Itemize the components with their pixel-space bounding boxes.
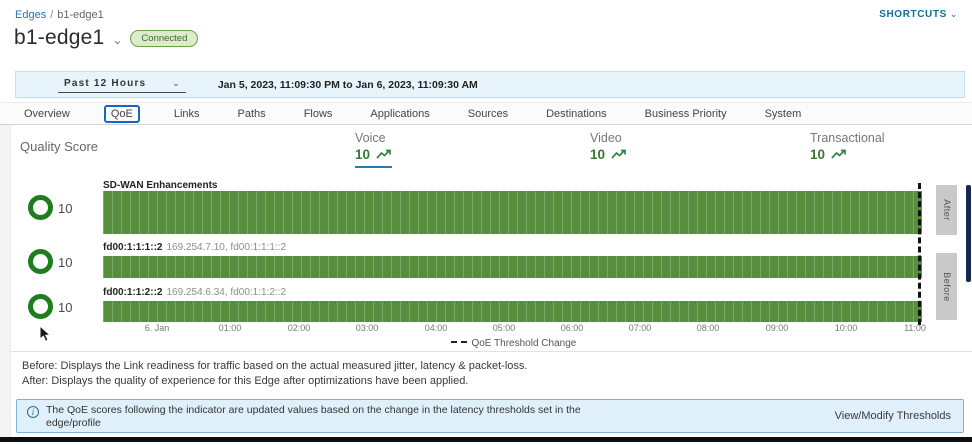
chart-legend: QoE Threshold Change: [103, 338, 922, 349]
info-icon: i: [27, 406, 39, 418]
chevron-down-icon: ⌄: [172, 78, 180, 89]
qoe-score-ring: [28, 195, 53, 220]
qoe-row-label-detail: 169.254.6.34, fd00:1:1:2::2: [166, 287, 286, 298]
x-tick: 08:00: [697, 323, 720, 333]
qoe-row-label-detail: 169.254.7.10, fd00:1:1:1::2: [166, 242, 286, 253]
tab-business-priority[interactable]: Business Priority: [641, 106, 731, 122]
qoe-bar-link1: [103, 256, 922, 278]
qoe-row-label-bold: SD-WAN Enhancements: [103, 180, 217, 191]
dashed-line-icon: [461, 341, 467, 343]
left-gutter: [0, 125, 11, 437]
dashed-line-icon: [451, 341, 457, 343]
time-range-select[interactable]: Past 12 Hours ⌄: [58, 76, 186, 93]
x-tick: 06:00: [561, 323, 584, 333]
x-tick: 10:00: [835, 323, 858, 333]
qoe-score-value: 10: [58, 255, 72, 270]
trend-up-icon: [611, 149, 627, 160]
window-bottom-strip: [0, 437, 972, 442]
qoe-row-label: fd00:1:1:2::2 169.254.6.34, fd00:1:1:2::2: [103, 287, 286, 298]
x-tick: 11:00: [904, 323, 926, 333]
metric-voice[interactable]: Voice 10: [355, 131, 392, 168]
chevron-down-icon: ⌄: [950, 9, 958, 19]
qoe-row-label: fd00:1:1:1::2 169.254.7.10, fd00:1:1:1::2: [103, 242, 286, 253]
qoe-row-label-bold: fd00:1:1:1::2: [103, 242, 162, 253]
shortcuts-label: SHORTCUTS: [879, 9, 947, 20]
mouse-cursor: [39, 325, 52, 343]
qoe-score-value: 10: [58, 300, 72, 315]
metric-transactional-value: 10: [810, 147, 825, 162]
metric-transactional[interactable]: Transactional 10: [810, 131, 885, 166]
x-tick: 01:00: [219, 323, 242, 333]
shortcuts-menu[interactable]: SHORTCUTS⌄: [879, 9, 958, 20]
metric-video[interactable]: Video 10: [590, 131, 627, 166]
qoe-score-value: 10: [58, 201, 72, 216]
qoe-threshold-change-line: [918, 183, 921, 325]
breadcrumb-current: b1-edge1: [57, 9, 104, 21]
tab-overview[interactable]: Overview: [20, 106, 74, 122]
after-side-label: After: [936, 185, 957, 235]
view-modify-thresholds-link[interactable]: View/Modify Thresholds: [835, 410, 951, 422]
tab-qoe[interactable]: QoE: [104, 105, 140, 123]
legend-label: QoE Threshold Change: [471, 338, 576, 349]
title-row: b1-edge1 ⌄ Connected: [14, 26, 198, 50]
banner-text-line2: edge/profile: [46, 417, 101, 429]
tab-sources[interactable]: Sources: [464, 106, 512, 122]
status-badge: Connected: [130, 30, 198, 47]
breadcrumb: Edges / b1-edge1: [15, 9, 104, 21]
metric-voice-value: 10: [355, 147, 370, 162]
x-tick: 03:00: [356, 323, 379, 333]
qoe-bar-sdwan-enhancements: [103, 191, 922, 234]
edge-selector-chevron-icon[interactable]: ⌄: [112, 33, 122, 47]
trend-up-icon: [831, 149, 847, 160]
tab-paths[interactable]: Paths: [234, 106, 270, 122]
x-tick: 02:00: [288, 323, 311, 333]
qoe-panel: Quality Score Voice 10 Video 10 Transact…: [0, 125, 972, 352]
breadcrumb-edges-link[interactable]: Edges: [15, 9, 46, 21]
after-description: After: Displays the quality of experienc…: [22, 374, 527, 389]
banner-text: The QoE scores following the indicator a…: [46, 404, 581, 430]
vertical-scrollbar-thumb[interactable]: [966, 185, 971, 282]
x-tick: 07:00: [629, 323, 652, 333]
x-tick: 09:00: [766, 323, 789, 333]
tab-bar: Overview QoE Links Paths Flows Applicati…: [0, 102, 972, 125]
qoe-score-ring: [28, 249, 53, 274]
qoe-bar-link2: [103, 301, 922, 322]
qoe-row-label: SD-WAN Enhancements: [103, 180, 221, 191]
tab-applications[interactable]: Applications: [366, 106, 433, 122]
qoe-page: Edges/b1-edge1 SHORTCUTS⌄ b1-edge1 ⌄ Con…: [0, 0, 972, 445]
time-range-value: Past 12 Hours: [64, 78, 146, 89]
x-tick: 6. Jan: [145, 323, 170, 333]
metric-video-label: Video: [590, 131, 627, 145]
x-axis: 6. Jan 01:00 02:00 03:00 04:00 05:00 06:…: [103, 323, 930, 335]
x-tick: 05:00: [493, 323, 516, 333]
tab-system[interactable]: System: [761, 106, 806, 122]
quality-score-label: Quality Score: [20, 139, 98, 154]
time-range-dates: Jan 5, 2023, 11:09:30 PM to Jan 6, 2023,…: [218, 79, 478, 91]
tab-links[interactable]: Links: [170, 106, 204, 122]
banner-text-line1: The QoE scores following the indicator a…: [46, 404, 581, 416]
x-tick: 04:00: [425, 323, 448, 333]
qoe-score-ring: [28, 294, 53, 319]
before-side-label: Before: [936, 253, 957, 320]
tab-destinations[interactable]: Destinations: [542, 106, 611, 122]
metric-video-value: 10: [590, 147, 605, 162]
trend-up-icon: [376, 149, 392, 160]
before-description: Before: Displays the Link readiness for …: [22, 359, 527, 374]
info-banner: i The QoE scores following the indicator…: [16, 399, 964, 433]
breadcrumb-separator: /: [50, 9, 53, 21]
page-title: b1-edge1: [14, 26, 104, 50]
tab-flows[interactable]: Flows: [300, 106, 337, 122]
time-range-bar: Past 12 Hours ⌄ Jan 5, 2023, 11:09:30 PM…: [15, 71, 965, 98]
before-after-descriptions: Before: Displays the Link readiness for …: [22, 359, 527, 389]
metric-voice-label: Voice: [355, 131, 392, 145]
qoe-row-label-bold: fd00:1:1:2::2: [103, 287, 162, 298]
metric-transactional-label: Transactional: [810, 131, 885, 145]
